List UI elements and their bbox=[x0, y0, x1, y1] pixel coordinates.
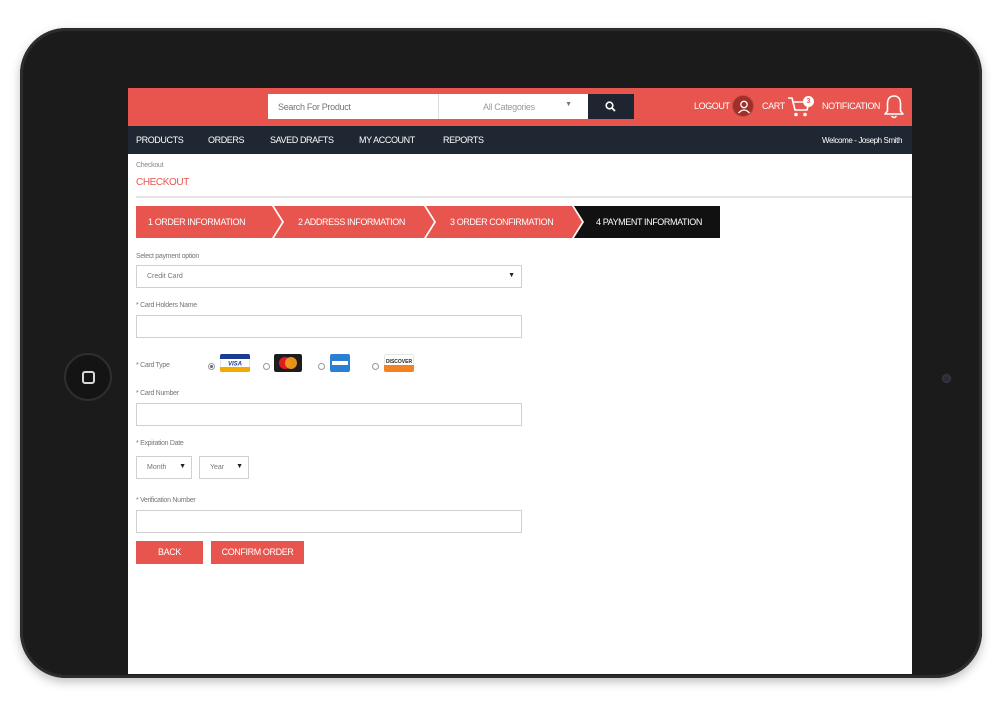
notification-link[interactable]: NOTIFICATION bbox=[822, 101, 880, 111]
user-icon[interactable] bbox=[732, 95, 754, 117]
nav-my-account[interactable]: MY ACCOUNT bbox=[359, 135, 415, 145]
mastercard-radio[interactable] bbox=[263, 363, 270, 370]
step-order-information[interactable]: 1 ORDER INFORMATION bbox=[136, 206, 282, 238]
svg-text:DISCOVER: DISCOVER bbox=[386, 359, 413, 365]
search-input[interactable] bbox=[268, 94, 438, 119]
tablet-frame: All Categories ▼ LOGOUT CART bbox=[20, 28, 982, 678]
divider bbox=[136, 196, 912, 198]
home-square-icon bbox=[82, 371, 95, 384]
visa-card-icon: VISA bbox=[220, 354, 250, 372]
verification-number-label: * Verification Number bbox=[136, 497, 196, 504]
confirm-order-button[interactable]: CONFIRM ORDER bbox=[211, 541, 304, 564]
verification-number-input[interactable] bbox=[136, 510, 522, 533]
chevron-down-icon: ▼ bbox=[236, 463, 243, 470]
discover-card-icon: DISCOVER bbox=[384, 354, 414, 372]
back-button[interactable]: BACK bbox=[136, 541, 203, 564]
breadcrumb[interactable]: Checkout bbox=[136, 162, 163, 169]
chevron-down-icon: ▼ bbox=[565, 101, 572, 108]
cart-link[interactable]: CART bbox=[762, 101, 785, 111]
card-number-label: * Card Number bbox=[136, 390, 179, 397]
page-title: CHECKOUT bbox=[136, 177, 189, 188]
welcome-text: Welcome - Joseph Smith bbox=[822, 136, 902, 145]
payment-option-select[interactable]: Credit Card ▼ bbox=[136, 265, 522, 288]
main-nav: PRODUCTS ORDERS SAVED DRAFTS MY ACCOUNT … bbox=[128, 126, 912, 154]
card-type-label: * Card Type bbox=[136, 362, 170, 369]
camera-icon bbox=[942, 374, 951, 383]
nav-products[interactable]: PRODUCTS bbox=[136, 135, 184, 145]
chevron-down-icon: ▼ bbox=[508, 272, 515, 279]
nav-reports[interactable]: REPORTS bbox=[443, 135, 484, 145]
month-value: Month bbox=[147, 464, 167, 471]
nav-saved-drafts[interactable]: SAVED DRAFTS bbox=[270, 135, 334, 145]
checkout-steps: 1 ORDER INFORMATION 2 ADDRESS INFORMATIO… bbox=[136, 206, 720, 238]
card-holder-label: * Card Holders Name bbox=[136, 302, 197, 309]
nav-orders[interactable]: ORDERS bbox=[208, 135, 245, 145]
logout-link[interactable]: LOGOUT bbox=[694, 101, 730, 111]
expiration-year-select[interactable]: Year ▼ bbox=[199, 456, 249, 479]
card-holder-input[interactable] bbox=[136, 315, 522, 338]
discover-radio[interactable] bbox=[372, 363, 379, 370]
payment-option-label: Select payment option bbox=[136, 253, 199, 260]
category-select[interactable]: All Categories ▼ bbox=[438, 94, 588, 119]
home-button[interactable] bbox=[64, 353, 112, 401]
expiration-month-select[interactable]: Month ▼ bbox=[136, 456, 192, 479]
category-label: All Categories bbox=[483, 102, 535, 112]
bell-icon[interactable] bbox=[883, 93, 905, 121]
search-icon bbox=[605, 101, 616, 112]
screen: All Categories ▼ LOGOUT CART bbox=[128, 88, 912, 674]
payment-option-value: Credit Card bbox=[147, 273, 183, 280]
top-bar: All Categories ▼ LOGOUT CART bbox=[128, 88, 912, 126]
search-button[interactable] bbox=[588, 94, 634, 119]
chevron-down-icon: ▼ bbox=[179, 463, 186, 470]
mastercard-card-icon bbox=[274, 354, 302, 372]
amex-card-icon bbox=[330, 354, 350, 372]
step-payment-information[interactable]: 4 PAYMENT INFORMATION bbox=[574, 206, 720, 238]
cart-count-badge: 3 bbox=[803, 96, 814, 107]
step-order-confirmation[interactable]: 3 ORDER CONFIRMATION bbox=[426, 206, 582, 238]
visa-radio[interactable] bbox=[208, 363, 215, 370]
svg-text:VISA: VISA bbox=[228, 362, 242, 368]
card-number-input[interactable] bbox=[136, 403, 522, 426]
year-value: Year bbox=[210, 464, 225, 471]
step-address-information[interactable]: 2 ADDRESS INFORMATION bbox=[274, 206, 434, 238]
amex-radio[interactable] bbox=[318, 363, 325, 370]
expiration-date-label: * Expiration Date bbox=[136, 440, 184, 447]
